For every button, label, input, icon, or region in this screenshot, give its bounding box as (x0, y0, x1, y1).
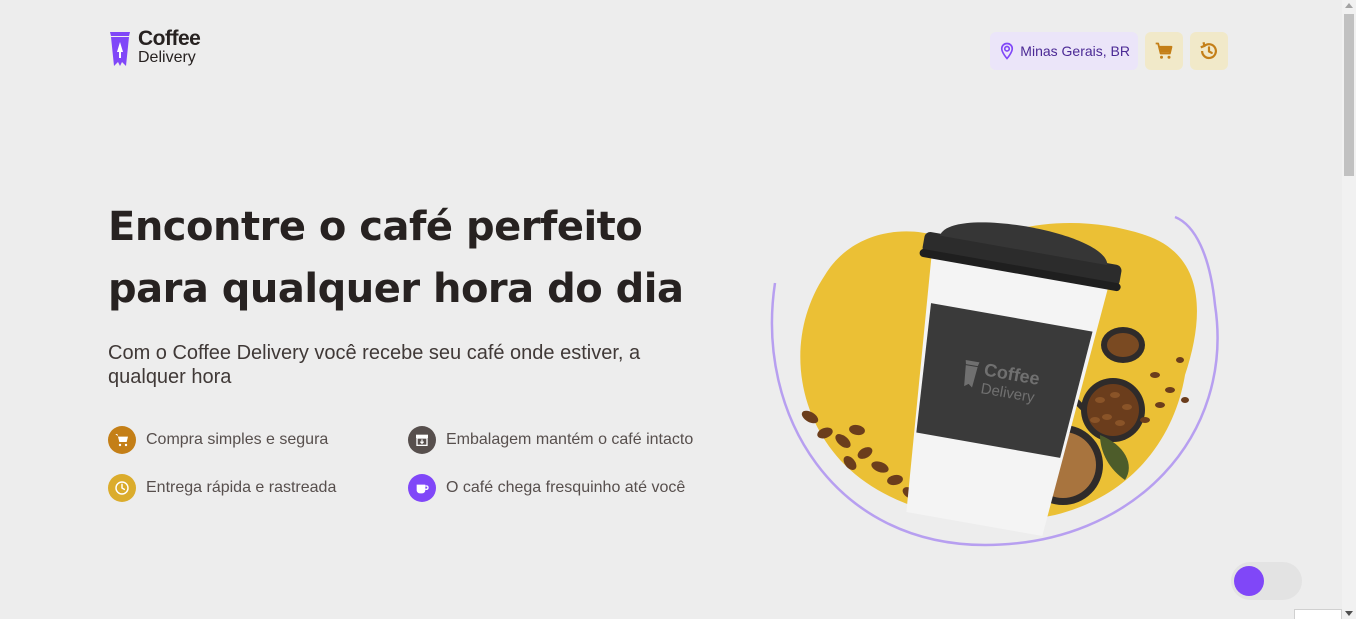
theme-toggle[interactable] (1231, 562, 1302, 600)
map-pin-icon (1001, 42, 1014, 60)
cart-icon (1155, 42, 1173, 59)
coffee-cup-logo-icon (110, 32, 130, 66)
location-button[interactable]: Minas Gerais, BR (990, 32, 1138, 70)
location-label: Minas Gerais, BR (1020, 43, 1130, 59)
logo-name-line2: Delivery (138, 49, 196, 66)
theme-toggle-knob (1234, 566, 1264, 596)
feature-list: Compra simples e segura Embalagem mantém… (108, 426, 728, 502)
history-icon (1200, 42, 1217, 60)
header: Coffee Delivery Minas Gerais, BR (108, 28, 1228, 72)
hero-title-line2: para qualquer hora do dia (108, 266, 684, 312)
scroll-down-arrow-icon[interactable] (1345, 611, 1353, 616)
hero-title-line1: Encontre o café perfeito (108, 204, 643, 250)
feature-item: Embalagem mantém o café intacto (408, 426, 708, 454)
scrollbar-thumb[interactable] (1344, 14, 1354, 176)
header-actions: Minas Gerais, BR (990, 32, 1228, 70)
cart-button[interactable] (1145, 32, 1183, 70)
logo[interactable]: Coffee Delivery (108, 27, 201, 68)
cart-icon (108, 426, 136, 454)
corner-widget (1294, 609, 1342, 619)
hero-title: Encontre o café perfeito para qualquer h… (108, 196, 688, 320)
coffee-icon (408, 474, 436, 502)
feature-item: Entrega rápida e rastreada (108, 474, 408, 502)
history-button[interactable] (1190, 32, 1228, 70)
feature-label: O café chega fresquinho até você (446, 479, 686, 496)
logo-text: Coffee Delivery (138, 27, 201, 66)
feature-label: Entrega rápida e rastreada (146, 479, 337, 496)
feature-label: Embalagem mantém o café intacto (446, 431, 694, 448)
logo-name-line1: Coffee (138, 27, 201, 50)
clock-icon (108, 474, 136, 502)
hero-subtitle: Com o Coffee Delivery você recebe seu ca… (108, 342, 641, 388)
feature-label: Compra simples e segura (146, 431, 329, 448)
package-icon (408, 426, 436, 454)
scroll-up-arrow-icon[interactable] (1345, 3, 1353, 8)
hero-coffee-image: Coffee Delivery (770, 215, 1219, 547)
feature-item: Compra simples e segura (108, 426, 408, 454)
feature-item: O café chega fresquinho até você (408, 474, 708, 502)
page-scrollbar[interactable] (1342, 0, 1356, 619)
